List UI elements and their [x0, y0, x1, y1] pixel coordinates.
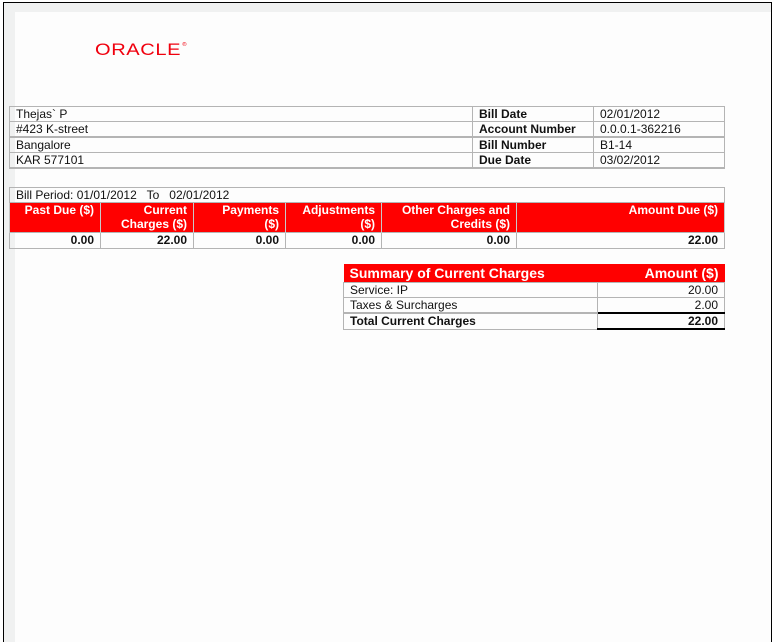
bill-number-value: B1-14	[593, 136, 725, 153]
summary-item-amount: 2.00	[597, 297, 725, 314]
adjustments-header: Adjustments ($)	[285, 203, 382, 233]
summary-header-row: Summary of Current Charges Amount ($)	[343, 264, 725, 283]
header-text: Amount Due ($)	[628, 203, 718, 217]
info-row: Bangalore Bill Number B1-14	[9, 136, 725, 153]
customer-address-line1: #423 K-street	[9, 121, 473, 138]
summary-amount-header: Amount ($)	[597, 264, 725, 283]
due-date-value: 03/02/2012	[593, 152, 725, 169]
summary-row: Service: IP 20.00	[343, 282, 725, 298]
summary-item-label: Service: IP	[343, 282, 598, 298]
other-charges-header: Other Charges and Credits ($)	[381, 203, 517, 233]
total-label: Total Current Charges	[343, 312, 598, 330]
customer-state-zip: KAR 577101	[9, 152, 473, 169]
header-text: Charges ($)	[120, 217, 187, 231]
current-charges-header: Current Charges ($)	[100, 203, 194, 233]
current-charges-value: 22.00	[100, 232, 194, 249]
info-row: KAR 577101 Due Date 03/02/2012	[9, 152, 725, 169]
total-amount: 22.00	[597, 312, 725, 330]
info-row: Thejas` P Bill Date 02/01/2012	[9, 106, 725, 122]
bill-period-label: Bill Period:	[16, 188, 74, 202]
charges-header-row: Past Due ($) Current Charges ($) Payments…	[9, 203, 725, 233]
customer-city: Bangalore	[9, 136, 473, 153]
bill-period-to-label: To	[146, 188, 160, 202]
oracle-logo: ORACLE®	[95, 40, 187, 60]
account-charges-table: Past Due ($) Current Charges ($) Payments…	[9, 203, 725, 249]
summary-of-current-charges-table: Summary of Current Charges Amount ($) Se…	[343, 264, 725, 330]
summary-item-label: Taxes & Surcharges	[343, 297, 598, 314]
bill-date-value: 02/01/2012	[593, 106, 725, 122]
bill-date-label: Bill Date	[472, 106, 594, 122]
header-text: Other Charges and	[401, 203, 510, 217]
info-row: #423 K-street Account Number 0.0.0.1-362…	[9, 121, 725, 138]
amount-due-value: 22.00	[516, 232, 725, 249]
other-charges-value: 0.00	[381, 232, 517, 249]
summary-item-amount: 20.00	[597, 282, 725, 298]
past-due-value: 0.00	[9, 232, 101, 249]
logo-text: ORACLE	[95, 40, 182, 59]
header-text: Current	[143, 203, 187, 217]
header-text: Adjustments	[302, 203, 375, 217]
customer-name: Thejas` P	[9, 106, 473, 122]
bill-period-to: 02/01/2012	[169, 188, 230, 202]
registered-mark: ®	[182, 42, 188, 48]
payments-value: 0.00	[193, 232, 286, 249]
adjustments-value: 0.00	[285, 232, 382, 249]
account-number-value: 0.0.0.1-362216	[593, 121, 725, 138]
header-text: Credits ($)	[450, 217, 510, 231]
summary-title: Summary of Current Charges	[343, 264, 598, 283]
bill-period-from: 01/01/2012	[76, 188, 137, 202]
customer-bill-info-table: Thejas` P Bill Date 02/01/2012 #423 K-st…	[9, 106, 725, 169]
summary-total-row: Total Current Charges 22.00	[343, 312, 725, 330]
summary-row: Taxes & Surcharges 2.00	[343, 297, 725, 314]
payments-header: Payments ($)	[193, 203, 286, 233]
header-text: Past Due ($)	[24, 203, 94, 217]
header-text: ($)	[360, 217, 375, 231]
account-number-label: Account Number	[472, 121, 594, 138]
due-date-label: Due Date	[472, 152, 594, 169]
bill-period: Bill Period: 01/01/2012 To 02/01/2012	[9, 187, 725, 203]
amount-due-header: Amount Due ($)	[516, 203, 725, 233]
header-text: Payments	[222, 203, 279, 217]
past-due-header: Past Due ($)	[9, 203, 101, 233]
bill-number-label: Bill Number	[472, 136, 594, 153]
charges-values-row: 0.00 22.00 0.00 0.00 0.00 22.00	[9, 232, 725, 249]
bill-period-table: Bill Period: 01/01/2012 To 02/01/2012	[9, 187, 725, 203]
header-text: ($)	[264, 217, 279, 231]
